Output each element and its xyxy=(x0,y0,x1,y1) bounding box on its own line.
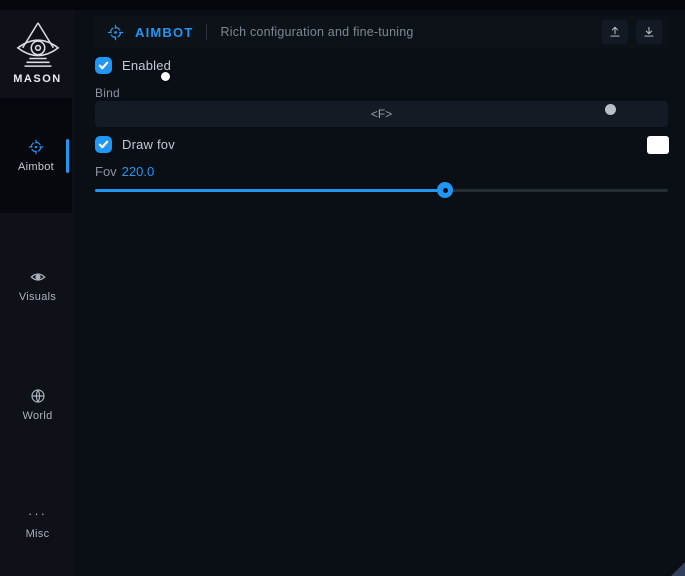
sidebar-item-aimbot[interactable]: Aimbot xyxy=(0,98,72,213)
checkmark-icon xyxy=(98,60,109,71)
drag-indicator-dot xyxy=(605,104,616,115)
fov-value: 220.0 xyxy=(122,164,155,179)
enabled-checkbox[interactable] xyxy=(95,57,112,74)
mason-menu-window: MASON Aimbot Visuals World xyxy=(0,0,685,576)
crosshair-icon xyxy=(28,139,44,155)
main-panel: AIMBOT Rich configuration and fine-tunin… xyxy=(75,0,685,576)
fov-value-row: Fov 220.0 xyxy=(95,164,154,179)
bind-value: <F> xyxy=(371,107,392,121)
globe-icon xyxy=(30,388,46,404)
selected-accent-bar xyxy=(66,139,69,173)
download-config-button[interactable] xyxy=(636,20,662,44)
ellipsis-icon: ··· xyxy=(28,510,47,522)
sidebar-item-visuals[interactable]: Visuals xyxy=(0,256,75,316)
download-icon xyxy=(642,25,656,39)
sidebar: MASON Aimbot Visuals World xyxy=(0,10,75,576)
enabled-label: Enabled xyxy=(122,58,171,73)
draw-fov-label: Draw fov xyxy=(122,137,175,152)
page-title: AIMBOT xyxy=(135,25,193,40)
section-header: AIMBOT Rich configuration and fine-tunin… xyxy=(93,16,668,48)
sidebar-item-world[interactable]: World xyxy=(0,375,75,435)
draw-fov-checkbox[interactable] xyxy=(95,136,112,153)
brand-name: MASON xyxy=(13,73,61,85)
bind-label: Bind xyxy=(95,86,120,100)
slider-thumb[interactable] xyxy=(437,182,453,198)
page-subtitle: Rich configuration and fine-tuning xyxy=(220,25,413,39)
upload-config-button[interactable] xyxy=(602,20,628,44)
sidebar-item-misc[interactable]: ··· Misc xyxy=(0,495,75,555)
slider-fill xyxy=(95,189,445,192)
checkmark-icon xyxy=(98,139,109,150)
header-divider xyxy=(206,24,207,40)
fov-slider[interactable] xyxy=(95,182,668,198)
brand-logo: MASON xyxy=(0,20,75,85)
crosshair-icon xyxy=(107,24,124,41)
sidebar-item-label: Misc xyxy=(26,528,50,540)
draw-fov-row: Draw fov xyxy=(95,136,175,153)
sidebar-item-label: World xyxy=(22,410,52,422)
sidebar-item-label: Visuals xyxy=(19,291,56,303)
eye-icon xyxy=(30,269,46,285)
fov-label: Fov xyxy=(95,164,117,179)
resize-grip[interactable] xyxy=(671,562,685,576)
fov-color-swatch[interactable] xyxy=(647,136,669,154)
upload-icon xyxy=(608,25,622,39)
sidebar-item-label: Aimbot xyxy=(18,161,54,173)
mouse-cursor-dot xyxy=(161,72,170,81)
enabled-row: Enabled xyxy=(95,57,171,74)
mason-eye-pyramid-icon xyxy=(14,20,62,70)
bind-keybind-input[interactable]: <F> xyxy=(95,101,668,127)
window-top-strip xyxy=(0,0,685,10)
